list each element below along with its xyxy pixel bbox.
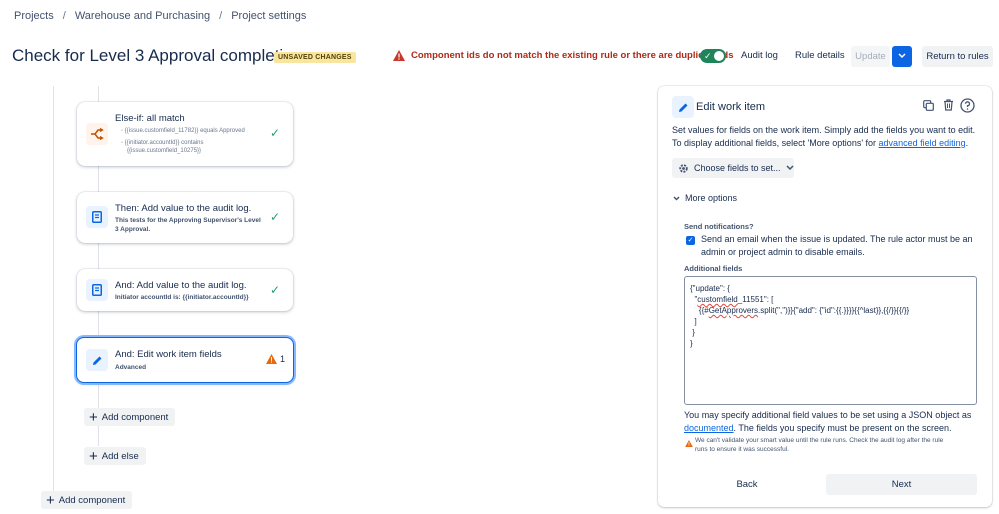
return-to-rules-button[interactable]: Return to rules <box>922 46 993 67</box>
add-component-label: Add component <box>58 494 126 506</box>
add-component-button[interactable]: + Add component <box>84 408 176 426</box>
breadcrumb-separator: / <box>219 10 223 22</box>
branch-icon <box>86 123 108 145</box>
rule-details-button[interactable]: Rule details <box>795 46 845 66</box>
and-audit-message: Initiator accountId is: {{initiator.acco… <box>115 294 249 301</box>
check-icon: ✓ <box>270 283 281 297</box>
gear-icon <box>679 163 688 173</box>
json-line: } <box>690 339 693 348</box>
documented-link[interactable]: documented <box>684 423 734 433</box>
check-icon: ✓ <box>270 126 281 140</box>
condition-2: ◦ {{initiator.accountId}} contains <box>121 140 204 146</box>
back-button[interactable]: Back <box>672 474 822 495</box>
advanced-field-editing-link[interactable]: advanced field editing <box>879 138 966 148</box>
additional-fields-help: You may specify additional field values … <box>684 409 971 435</box>
more-options-label: More options <box>685 193 738 203</box>
rule-enabled-toggle[interactable]: ✓ <box>700 49 726 63</box>
and-edit-work-item-card[interactable]: And: Edit work item fields Advanced 1 <box>76 337 294 383</box>
more-options-toggle[interactable]: More options <box>673 193 737 203</box>
add-else-label: Add else <box>101 450 139 462</box>
toggle-knob <box>714 51 724 61</box>
breadcrumb-project-settings[interactable]: Project settings <box>231 10 306 22</box>
json-line: {"update": { <box>690 284 730 293</box>
json-line: } <box>690 328 695 337</box>
send-email-checkbox[interactable]: ✓ <box>686 236 695 245</box>
panel-description: Set values for fields on the work item. … <box>672 124 975 150</box>
warning-line-2: runs to ensure it was successful. <box>695 446 789 453</box>
choose-fields-label: Choose fields to set... <box>694 163 781 173</box>
breadcrumb-separator: / <box>62 10 66 22</box>
plus-icon: + <box>89 408 98 426</box>
and-edit-title: And: Edit work item fields <box>115 349 222 360</box>
warning-indicator: 1 <box>266 354 285 364</box>
warning-line-1: We can't validate your smart value until… <box>695 437 944 444</box>
breadcrumb-warehouse[interactable]: Warehouse and Purchasing <box>75 10 210 22</box>
send-email-line-1: Send an email when the issue is updated.… <box>701 234 973 244</box>
condition-1: ◦ {{issue.customfield_11782}} equals App… <box>121 128 245 134</box>
check-icon: ✓ <box>704 51 712 61</box>
chevron-down-icon <box>786 165 794 171</box>
panel-title: Edit work item <box>696 101 766 113</box>
breadcrumb-projects[interactable]: Projects <box>14 10 54 22</box>
help-line-1: You may specify additional field values … <box>684 410 972 420</box>
audit-log-button[interactable]: Audit log <box>741 46 778 66</box>
flow-connector-outer <box>53 86 54 494</box>
add-else-button[interactable]: + Add else <box>84 447 146 465</box>
and-audit-title: And: Add value to the audit log. <box>115 280 247 291</box>
unsaved-changes-badge: UNSAVED CHANGES <box>274 52 356 63</box>
warning-icon <box>266 354 277 364</box>
add-component-label: Add component <box>101 411 169 423</box>
choose-fields-dropdown[interactable]: Choose fields to set... <box>672 158 794 178</box>
audit-log-icon <box>86 206 108 228</box>
send-notifications-label: Send notifications? <box>684 222 754 231</box>
duplicate-icon[interactable] <box>923 100 934 114</box>
then-audit-title: Then: Add value to the audit log. <box>115 203 252 214</box>
warning-icon <box>685 436 693 450</box>
and-audit-log-card[interactable]: And: Add value to the audit log. Initiat… <box>77 269 293 311</box>
error-message: Component ids do not match the existing … <box>393 50 734 61</box>
additional-fields-label: Additional fields <box>684 264 743 273</box>
error-warning-icon <box>393 50 405 61</box>
update-button[interactable]: Update <box>851 46 890 67</box>
json-line: ] <box>690 317 697 326</box>
description-line-2: To display additional fields, select 'Mo… <box>672 138 969 148</box>
pencil-icon <box>672 96 694 118</box>
send-email-text: Send an email when the issue is updated.… <box>701 233 973 259</box>
page-title[interactable]: Check for Level 3 Approval completion. <box>12 46 307 66</box>
chevron-down-icon <box>898 53 906 59</box>
send-email-line-2: admin or project admin to disable emails… <box>701 247 865 257</box>
update-dropdown-button[interactable] <box>892 46 912 67</box>
chevron-down-icon <box>673 196 680 200</box>
trash-icon[interactable] <box>943 99 954 114</box>
description-line-1: Set values for fields on the work item. … <box>672 125 976 135</box>
condition-2-continued: {{issue.customfield_10275}} <box>127 148 202 154</box>
plus-icon: + <box>46 491 55 509</box>
else-if-condition-card[interactable]: Else-if: all match ◦ {{issue.customfield… <box>77 102 293 166</box>
error-text: Component ids do not match the existing … <box>411 50 734 61</box>
json-line: "customfield_11551": [ <box>690 295 774 304</box>
help-line-2: documented. The fields you specify must … <box>684 423 952 433</box>
else-if-title: Else-if: all match <box>115 113 185 124</box>
audit-log-icon <box>86 279 108 301</box>
then-audit-message: This tests for the Approving Supervisor'… <box>115 217 261 233</box>
pencil-icon <box>86 349 108 371</box>
next-button[interactable]: Next <box>826 474 977 495</box>
smart-value-warning: We can't validate your smart value until… <box>695 436 943 454</box>
add-component-outer-button[interactable]: + Add component <box>41 491 133 509</box>
help-icon[interactable] <box>960 98 975 116</box>
check-icon: ✓ <box>270 210 281 224</box>
and-edit-mode: Advanced <box>115 364 147 371</box>
warning-count: 1 <box>280 354 286 364</box>
plus-icon: + <box>89 447 98 465</box>
json-line: {{#GetApprovers.split(",")}}{"add": {"id… <box>690 306 910 315</box>
then-audit-log-card[interactable]: Then: Add value to the audit log. This t… <box>77 192 293 243</box>
additional-fields-json-input[interactable]: {"update": { "customfield_11551": [ {{#G… <box>684 276 977 405</box>
breadcrumb: Projects / Warehouse and Purchasing / Pr… <box>14 10 306 22</box>
